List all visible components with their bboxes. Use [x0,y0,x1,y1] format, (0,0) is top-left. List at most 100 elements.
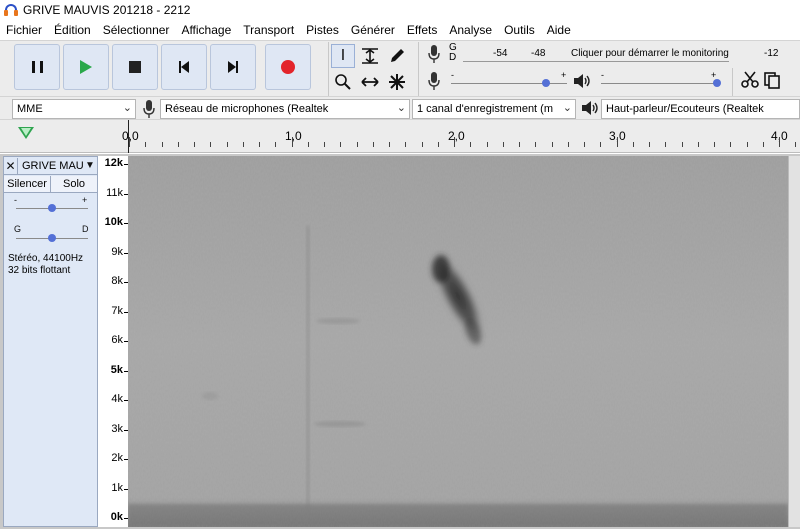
record-icon [281,60,295,74]
ruler-tick [779,137,780,147]
audacity-logo-icon [4,3,18,17]
multi-tool-icon [389,74,405,90]
pause-button[interactable] [14,44,60,90]
track-sample-format: 32 bits flottant [8,265,71,276]
ruler-tick [519,142,520,147]
time-ruler[interactable]: 0,0 1,0 2,0 3,0 4,0 [122,120,800,153]
ruler-tick [470,142,472,147]
frequency-label: 12k [104,157,123,169]
pin-playhead-icon-inner [21,128,31,136]
copy-icon [764,72,780,89]
skip-to-start-button[interactable] [161,44,207,90]
copy-button[interactable] [761,68,783,92]
triangle-down-icon[interactable]: ▼ [85,160,97,171]
ruler-tick [649,142,650,147]
skip-start-icon [179,61,189,73]
pencil-icon [391,49,404,62]
menu-analyse[interactable]: Analyse [443,23,498,37]
ruler-tick [405,142,407,147]
menu-effets[interactable]: Effets [401,23,443,37]
track-name-menu[interactable]: GRIVE MAU [18,160,85,172]
ruler-tick [746,142,748,147]
ruler-tick [665,142,667,147]
pause-icon [31,61,43,73]
solo-button[interactable]: Solo [51,176,97,192]
envelope-icon [362,48,378,64]
cut-button[interactable] [739,68,761,92]
recording-channels-select[interactable]: 1 canal d'enregistrement (m ⌄ [412,99,576,119]
pan-left-label: G [14,224,22,234]
ruler-label: 0,0 [122,129,139,143]
play-button[interactable] [63,44,109,90]
edit-toolbar [732,68,783,96]
selection-tool-button[interactable]: I [331,44,355,68]
track-buttons: Silencer Solo [4,176,97,193]
meter-channel-labels: G D [449,43,457,63]
timeshift-icon [361,77,379,87]
menu-outils[interactable]: Outils [498,23,541,37]
record-button[interactable] [265,44,311,90]
frequency-label: 5k [110,363,123,376]
ruler-tick [567,142,569,147]
playback-volume-thumb[interactable] [713,79,721,87]
output-device-speaker-icon [580,99,600,121]
ruler-tick [242,142,244,147]
playback-slider-minus: - [601,70,604,80]
input-device-value: Réseau de microphones (Realtek [165,103,329,115]
monitor-prompt[interactable]: Cliquer pour démarrer le monitoring [571,48,729,59]
output-device-select[interactable]: Haut-parleur/Ecouteurs (Realtek [601,99,800,119]
draw-tool-button[interactable] [385,44,409,68]
ruler-label: 1,0 [285,129,302,143]
frequency-label: 7k [111,304,123,317]
pan-slider-thumb[interactable] [48,234,56,242]
frequency-label: 9k [111,245,123,258]
multi-tool-button[interactable] [385,70,409,94]
audio-host-select[interactable]: MME ⌄ [12,99,136,119]
spectrogram-image [128,156,788,527]
scissors-icon [741,71,759,88]
ruler-tick [730,142,732,147]
close-track-icon[interactable]: ✕ [4,157,18,174]
mute-button[interactable]: Silencer [4,176,51,192]
gain-slider-thumb[interactable] [48,204,56,212]
frequency-label: 4k [111,393,123,405]
menu-affichage[interactable]: Affichage [175,23,237,37]
ruler-tick [340,142,342,147]
envelope-tool-button[interactable] [358,44,382,68]
meter-label-d: D [449,52,457,63]
ruler-tick [454,137,455,147]
menu-fichier[interactable]: Fichier [0,23,48,37]
menu-aide[interactable]: Aide [541,23,577,37]
menu-bar: Fichier Édition Sélectionner Affichage T… [0,20,800,40]
menu-pistes[interactable]: Pistes [300,23,345,37]
ruler-tick [177,142,179,147]
spectrogram-view[interactable] [128,156,788,527]
ruler-tick [632,142,634,147]
menu-selectionner[interactable]: Sélectionner [97,23,176,37]
record-volume-thumb[interactable] [542,79,551,87]
skip-to-end-button[interactable] [210,44,256,90]
track-control-panel[interactable]: ✕ GRIVE MAU ▼ Silencer Solo - + G D Stér… [3,156,98,527]
playback-volume-slider[interactable] [601,83,717,84]
track-format-info: Stéréo, 44100Hz 32 bits flottant [8,253,83,277]
menu-generer[interactable]: Générer [345,23,401,37]
input-device-select[interactable]: Réseau de microphones (Realtek ⌄ [160,99,410,119]
playback-speaker-icon [572,72,592,93]
toolbar-area: I G D -54 -48 Cliquer pour démarrer le m… [0,40,800,96]
ruler-tick [616,137,618,147]
timeshift-tool-button[interactable] [358,70,382,94]
timeline-ruler[interactable]: 0,0 1,0 2,0 3,0 4,0 [0,120,800,153]
track-title-bar: ✕ GRIVE MAU ▼ [4,157,97,175]
frequency-label: 10k [104,216,123,228]
ruler-tick [714,142,715,147]
frequency-scale[interactable]: 12k 11k 10k 9k 8k 7k 6k 5k 4k 3k 2k 1k 0k [98,156,128,527]
menu-transport[interactable]: Transport [237,23,300,37]
ruler-tick [389,142,390,147]
frequency-label: 0k [110,511,123,523]
skip-end-icon [228,61,238,73]
record-slider-minus: - [451,70,454,80]
stop-button[interactable] [112,44,158,90]
audio-host-value: MME [17,103,43,115]
menu-edition[interactable]: Édition [48,23,97,37]
zoom-tool-button[interactable] [331,70,355,94]
